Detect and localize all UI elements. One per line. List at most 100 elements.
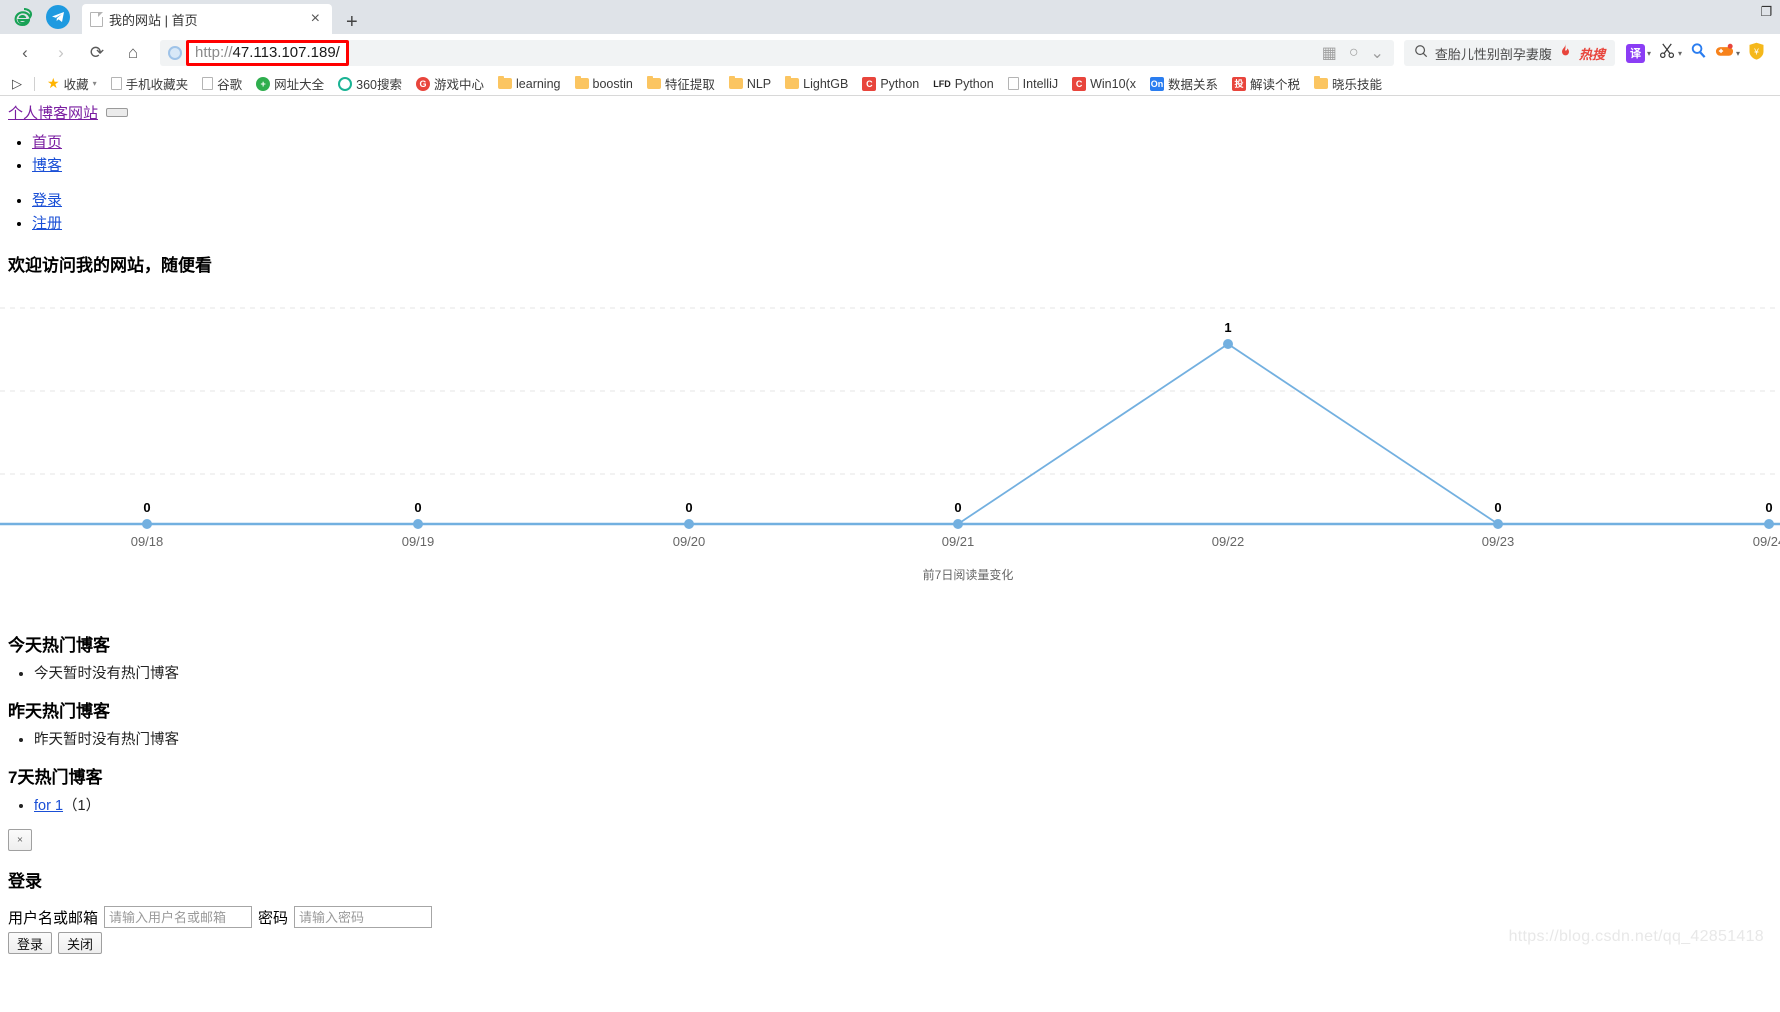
search-icon	[1414, 44, 1428, 63]
watermark: https://blog.csdn.net/qq_42851418	[1508, 928, 1764, 945]
section-7day-hot: 7天热门博客 for 1（1）	[0, 763, 1780, 815]
password-input[interactable]	[294, 906, 433, 928]
address-bar[interactable]: http://47.113.107.189/ ▦ ○ ⌄	[160, 40, 1394, 66]
svg-text:09/20: 09/20	[673, 534, 706, 549]
section-list: 昨天暂时没有热门博客	[0, 728, 1780, 749]
bookmark-data-relation[interactable]: On 数据关系	[1144, 74, 1224, 93]
bookmark-boosting-folder[interactable]: boostin	[569, 76, 639, 91]
divider	[34, 76, 35, 91]
bookmark-win10-c[interactable]: C Win10(x	[1066, 76, 1142, 91]
bookmark-favorites[interactable]: ★ 收藏 ▾	[41, 74, 103, 93]
nav-link-home[interactable]: 首页	[32, 135, 62, 151]
section-yesterday-hot: 昨天热门博客 昨天暂时没有热门博客	[0, 697, 1780, 749]
circle-icon	[338, 76, 353, 91]
chevron-down-icon[interactable]: ▾	[1736, 49, 1740, 58]
bookmark-so360[interactable]: 360搜索	[332, 74, 408, 93]
url-host: 47.113.107.189/	[232, 44, 340, 61]
chevron-right-bar-icon: ▷	[12, 75, 22, 91]
username-label: 用户名或邮箱	[8, 909, 99, 927]
url-scheme: http://	[195, 44, 233, 61]
bookmark-label: 收藏	[63, 78, 89, 92]
bookmark-feature-extraction-folder[interactable]: 特征提取	[641, 74, 721, 93]
bookmark-label: 数据关系	[1167, 78, 1218, 92]
section-list: for 1（1）	[0, 794, 1780, 815]
bookmark-google[interactable]: 谷歌	[196, 74, 248, 93]
list-item-text: 昨天暂时没有热门博客	[34, 732, 179, 748]
nav-link-login[interactable]: 登录	[32, 193, 62, 209]
bookmark-bar-toggle[interactable]: ▷	[6, 76, 28, 92]
browser-tab[interactable]: 我的网站 | 首页 ×	[82, 4, 332, 34]
square-icon: 投	[1231, 76, 1246, 91]
forward-button[interactable]: ›	[44, 38, 78, 68]
translate-extension-button[interactable]: 译 ▾	[1623, 43, 1654, 63]
navigation-toolbar: ‹ › ⟳ ⌂ http://47.113.107.189/ ▦ ○ ⌄ 查胎儿…	[0, 34, 1780, 72]
bookmark-label: 手机收藏夹	[125, 78, 189, 92]
svg-text:09/22: 09/22	[1212, 534, 1245, 549]
tab-title: 我的网站 | 首页	[109, 12, 198, 28]
reading-trend-chart: 0 09/18 0 09/19 0 09/20 0 09/21 1 09/22 0 09/23 0 09/…	[0, 286, 1780, 631]
svg-text:0: 0	[1494, 500, 1501, 515]
bookmarks-bar: ▷ ★ 收藏 ▾ 手机收藏夹 谷歌 + 网址大全 360搜索 G 游戏中心 le…	[0, 72, 1780, 96]
section-list: 今天暂时没有热门博客	[0, 662, 1780, 683]
login-submit-button[interactable]: 登录	[8, 932, 52, 954]
bookmark-label: 谷歌	[217, 78, 243, 92]
nav-link-blog[interactable]: 博客	[32, 158, 62, 174]
bookmark-lfd-python[interactable]: LFD Python	[927, 77, 999, 91]
username-input[interactable]	[104, 906, 253, 928]
svg-text:1: 1	[1224, 320, 1231, 335]
bookmark-learning-folder[interactable]: learning	[492, 76, 566, 91]
edge-collections-icon[interactable]: ○	[1349, 44, 1359, 62]
c-icon: C	[1072, 76, 1087, 91]
bookmark-label: 特征提取	[664, 78, 715, 92]
nav-link-register[interactable]: 注册	[32, 216, 62, 232]
bookmark-python-c[interactable]: C Python	[856, 76, 925, 91]
bookmark-xiaole-skill-folder[interactable]: 晓乐技能	[1308, 74, 1388, 93]
window-restore-icon[interactable]: ❐	[1760, 4, 1772, 20]
screenshot-extension-button[interactable]: ▾	[1656, 42, 1685, 64]
dismiss-button[interactable]: ×	[8, 829, 32, 851]
search-omnibox[interactable]: 查胎儿性别剖孕妻腹 热搜	[1403, 40, 1615, 66]
list-item: 注册	[32, 212, 1780, 233]
home-button[interactable]: ⌂	[116, 38, 150, 68]
game-controller-icon	[1715, 43, 1734, 63]
chevron-down-icon[interactable]: ▾	[93, 79, 97, 88]
url-highlight-box[interactable]: http://47.113.107.189/	[186, 40, 349, 66]
bookmark-lightgbm-folder[interactable]: LightGB	[779, 76, 854, 91]
search-suggestion-text: 查胎儿性别剖孕妻腹	[1434, 46, 1552, 62]
bookmark-intellij[interactable]: IntelliJ	[1002, 77, 1064, 91]
folder-icon	[646, 76, 661, 89]
magnifier-extension-button[interactable]	[1687, 42, 1710, 64]
game-extension-button[interactable]: ▾	[1712, 43, 1743, 63]
folder-icon	[574, 76, 589, 89]
bookmark-nlp-folder[interactable]: NLP	[723, 76, 777, 91]
bookmark-label: 360搜索	[356, 78, 402, 92]
chevron-down-icon[interactable]: ▾	[1647, 49, 1651, 58]
bookmark-web-directory[interactable]: + 网址大全	[250, 74, 330, 93]
site-title-link[interactable]: 个人博客网站	[8, 102, 98, 123]
page-icon	[110, 77, 122, 90]
bookmark-label: LightGB	[803, 76, 849, 91]
chevron-down-icon[interactable]: ▾	[1678, 49, 1682, 58]
new-tab-button[interactable]: +	[332, 12, 372, 34]
list-item: 今天暂时没有热门博客	[34, 662, 1780, 683]
folder-icon	[728, 76, 743, 89]
login-close-button[interactable]: 关闭	[58, 932, 102, 954]
hot-blog-link[interactable]: for 1	[34, 798, 63, 814]
bookmark-game-center[interactable]: G 游戏中心	[410, 74, 490, 93]
section-heading: 7天热门博客	[8, 768, 103, 787]
chevron-down-icon[interactable]: ⌄	[1371, 43, 1384, 63]
svg-text:0: 0	[414, 500, 421, 515]
shield-icon: ¥	[1748, 42, 1765, 65]
back-button[interactable]: ‹	[8, 38, 42, 68]
coupon-extension-button[interactable]: ¥	[1745, 42, 1768, 65]
close-icon[interactable]: ×	[307, 11, 324, 27]
bookmark-tax-interpretation[interactable]: 投 解读个税	[1226, 74, 1306, 93]
welcome-heading: 欢迎访问我的网站，随便看	[8, 256, 212, 275]
apps-grid-icon[interactable]: ▦	[1322, 43, 1337, 63]
page-icon	[90, 11, 103, 27]
circle-icon: G	[416, 76, 430, 91]
site-info-icon[interactable]	[168, 46, 182, 60]
list-item-text: 今天暂时没有热门博客	[34, 666, 179, 682]
bookmark-mobile-favorites[interactable]: 手机收藏夹	[105, 74, 195, 93]
reload-button[interactable]: ⟳	[80, 38, 114, 68]
